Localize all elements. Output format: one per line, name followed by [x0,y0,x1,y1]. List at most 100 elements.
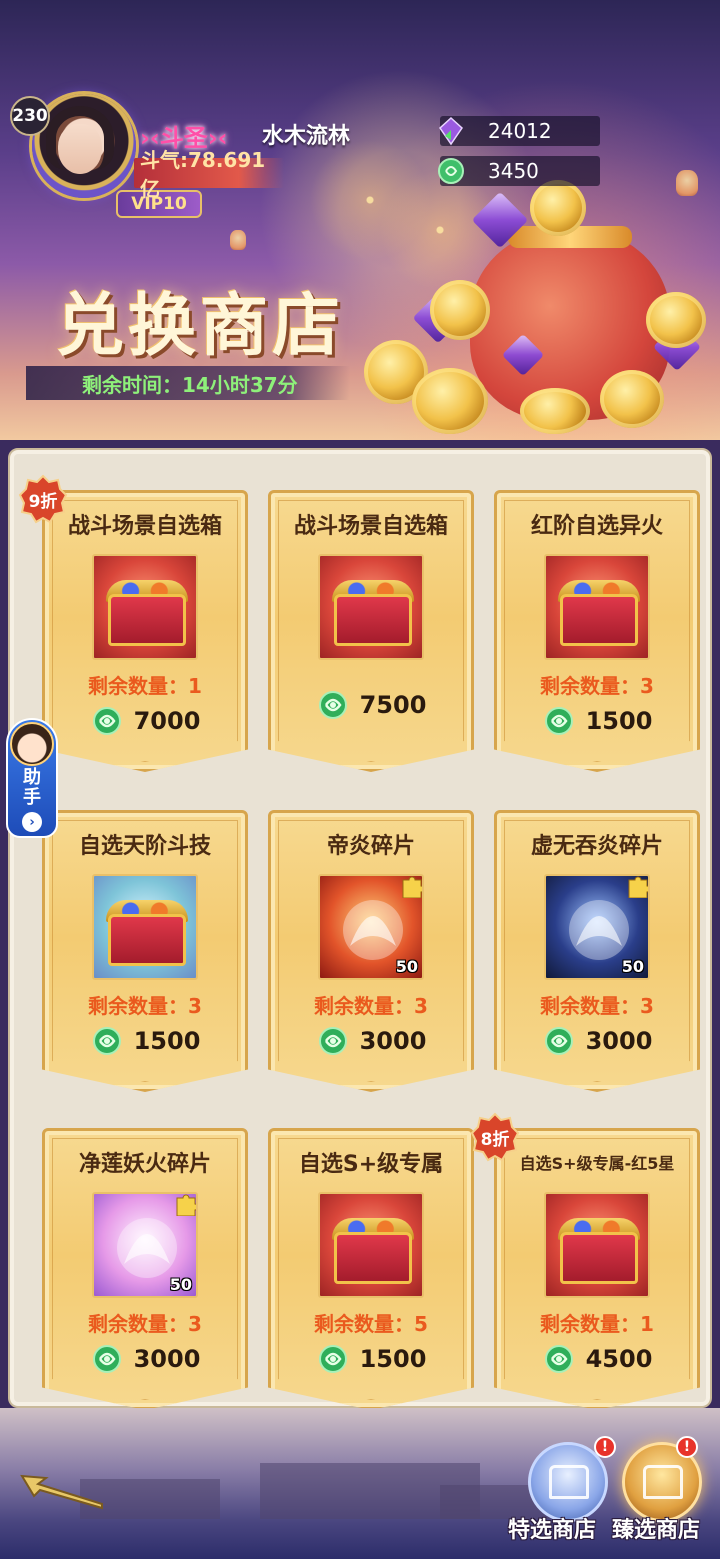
chevron-right-icon: › [22,812,42,832]
select-shop-alert-icon: ! [676,1436,698,1458]
player-level-badge: 230 [10,96,50,136]
item-name: 帝炎碎片 [326,834,415,859]
shop-building-icon [643,1465,683,1499]
item-name: 自选S+级专属 [298,1152,444,1177]
item-image[interactable] [92,554,198,660]
shop-item-card[interactable]: 自选S+级专属 剩余数量：5 1500 [268,1128,474,1410]
select-shop-label: 臻选商店 [612,1518,701,1543]
jade-coin-icon [542,704,576,738]
item-image[interactable]: 50 [92,1192,198,1298]
jade-coin-icon [542,1342,576,1376]
gold-coin-decoration [600,370,664,428]
price-row: 4500 [494,1342,700,1376]
price-row: 3000 [494,1024,700,1058]
item-price: 7500 [359,691,427,719]
remaining-stock: 剩余数量：1 [88,674,202,698]
jade-coin-icon [90,1342,124,1376]
discount-badge: 8折 [470,1112,520,1162]
jade-coin-icon [542,1024,576,1058]
special-shop-alert-icon: ! [594,1436,616,1458]
item-image[interactable] [544,1192,650,1298]
remaining-stock: 剩余数量：3 [88,994,202,1018]
remaining-stock: 剩余数量：3 [88,1312,202,1336]
special-shop-label: 特选商店 [508,1518,597,1543]
item-name: 自选S+级专属-红5星 [519,1154,675,1173]
jade-coin-icon [90,1024,124,1058]
item-name: 战斗场景自选箱 [67,514,222,539]
avatar-portrait [58,124,102,174]
item-price: 3000 [133,1345,201,1373]
price-row: 7000 [42,704,248,738]
remaining-stock: 剩余数量：5 [314,1312,428,1336]
assistant-label: 助手 [23,767,41,808]
price-row: 1500 [268,1342,474,1376]
item-price: 3000 [585,1027,653,1055]
item-image[interactable] [318,554,424,660]
remaining-stock: 剩余数量：3 [540,674,654,698]
puzzle-piece-icon [628,876,648,898]
treasure-chest-icon [108,914,186,966]
back-arrow-button[interactable] [18,1470,108,1520]
item-quantity: 50 [395,957,418,976]
shop-item-card[interactable]: 帝炎碎片 50 剩余数量：3 3000 [268,810,474,1092]
treasure-chest-icon [560,594,638,646]
lantern-decoration [676,170,698,196]
assistant-avatar-icon [10,722,54,766]
shop-item-card[interactable]: 战斗场景自选箱 剩余数量：1 7000 [42,490,248,772]
jade-coin-icon [316,688,350,722]
item-quantity: 50 [169,1275,192,1294]
item-price: 1500 [133,1027,201,1055]
item-quantity: 50 [621,957,644,976]
combat-power: 斗气:78.691亿 [134,148,284,201]
discount-badge: 9折 [18,474,68,524]
item-price: 1500 [585,707,653,735]
crystal-amount: 24012 [488,119,552,143]
remaining-stock: 剩余数量：1 [540,1312,654,1336]
item-image[interactable]: 50 [544,874,650,980]
gold-coin-decoration [646,292,706,348]
item-name: 红阶自选异火 [530,514,663,539]
gold-coin-decoration [430,280,490,340]
jade-coin-icon [316,1342,350,1376]
puzzle-piece-icon [176,1194,196,1216]
shop-item-card[interactable]: 净莲妖火碎片 50 剩余数量：3 3000 [42,1128,248,1410]
puzzle-piece-icon [402,876,422,898]
shop-item-card[interactable]: 战斗场景自选箱 7500 [268,490,474,772]
shop-item-card[interactable]: 红阶自选异火 剩余数量：3 1500 [494,490,700,772]
item-price: 3000 [359,1027,427,1055]
treasure-chest-icon [334,594,412,646]
gold-coin-decoration [530,180,586,236]
item-image[interactable] [544,554,650,660]
remaining-stock: 剩余数量：3 [314,994,428,1018]
item-name: 虚无吞炎碎片 [530,834,663,859]
jade-coin-icon [316,1024,350,1058]
discount-text: 9折 [28,492,58,512]
shop-item-card[interactable]: 自选S+级专属-红5星剩余数量：1 4500 [494,1128,700,1410]
shop-header-banner: 230 VIP10 ›‹斗圣›‹ 水木流林 斗气:78.691亿 24012 3… [0,0,720,440]
price-row: 7500 [268,688,474,722]
remaining-time: 剩余时间：14小时37分 [26,366,350,400]
item-image[interactable] [318,1192,424,1298]
item-image[interactable] [92,874,198,980]
item-price: 1500 [359,1345,427,1373]
treasure-chest-icon [334,1232,412,1284]
currency-crystal: 24012 [439,116,600,146]
item-image[interactable]: 50 [318,874,424,980]
item-name: 战斗场景自选箱 [293,514,448,539]
purple-crystal-icon [434,114,468,148]
item-price: 7000 [133,707,201,735]
price-row: 3000 [42,1342,248,1376]
item-price: 4500 [585,1345,653,1373]
shop-title: 兑换商店 [56,286,345,366]
item-name: 自选天阶斗技 [78,834,211,859]
jade-coin-icon [90,704,124,738]
shop-item-card[interactable]: 自选天阶斗技 剩余数量：3 1500 [42,810,248,1092]
jade-amount: 3450 [488,159,539,183]
assistant-button[interactable]: 助手 › [6,718,58,838]
shop-item-card[interactable]: 虚无吞炎碎片 50 剩余数量：3 3000 [494,810,700,1092]
price-row: 1500 [494,704,700,738]
price-row: 1500 [42,1024,248,1058]
jade-coin-icon [434,154,468,188]
shop-building-icon [549,1465,589,1499]
gold-coin-decoration [520,388,590,434]
